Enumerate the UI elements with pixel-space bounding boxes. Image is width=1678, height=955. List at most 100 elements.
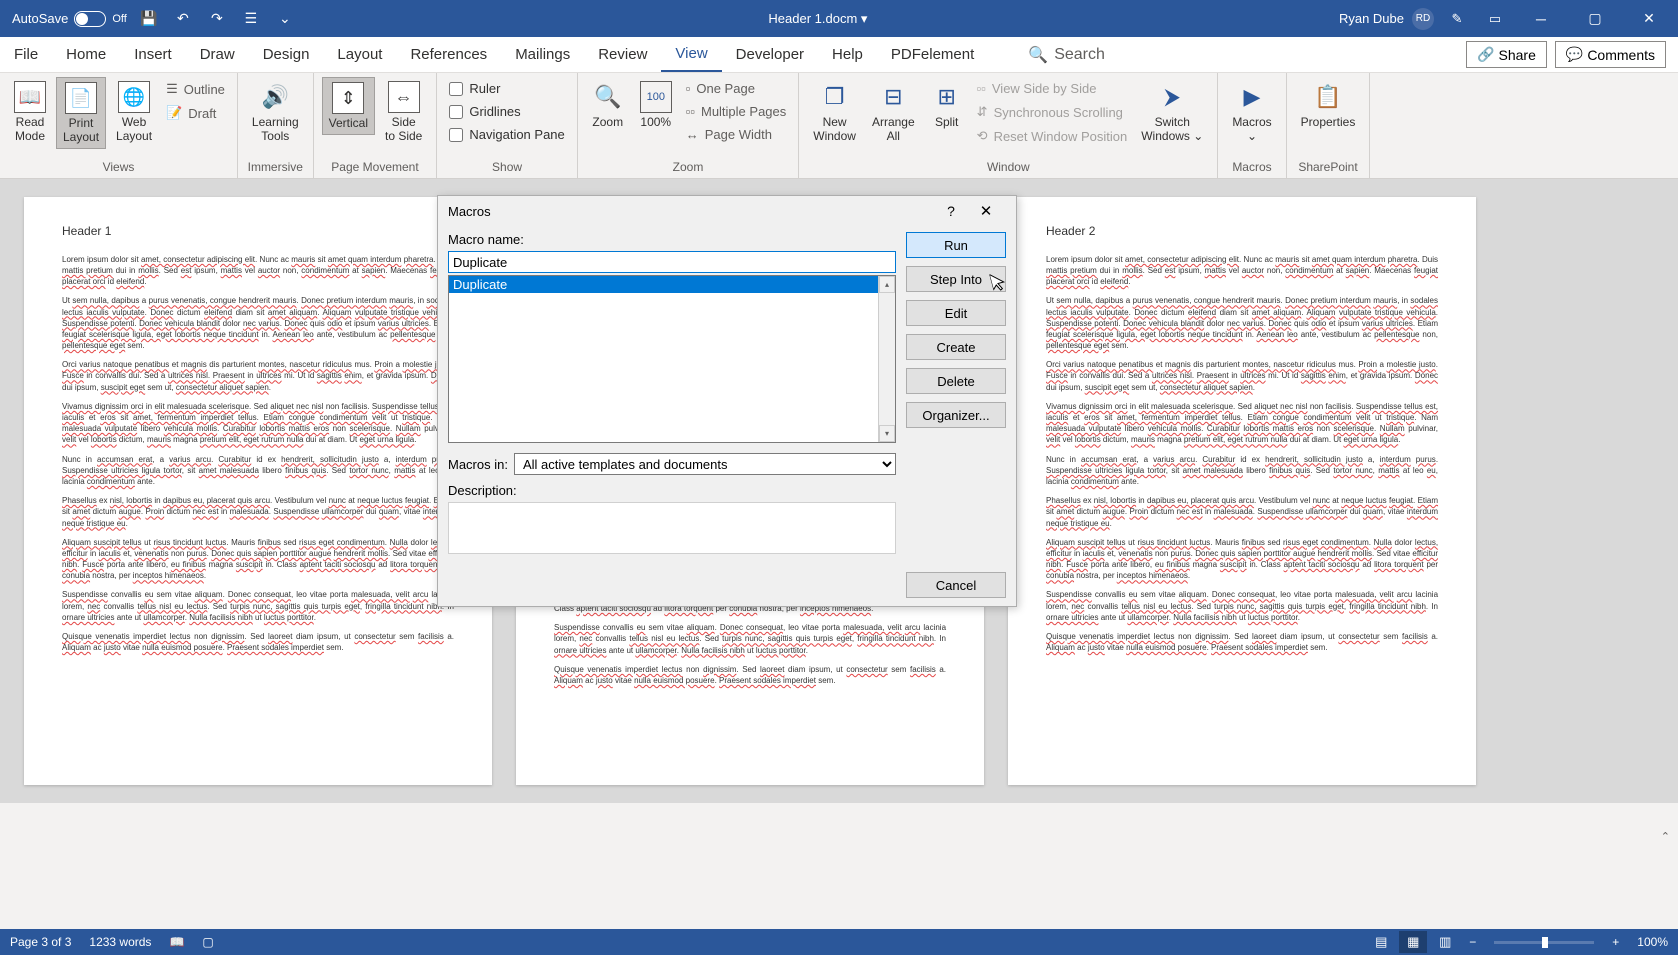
read-mode-button[interactable]: 📖Read Mode <box>8 77 52 147</box>
tab-layout[interactable]: Layout <box>323 37 396 72</box>
reset-position-button: ⟲Reset Window Position <box>973 126 1132 146</box>
dialog-close-button[interactable]: ✕ <box>966 202 1006 220</box>
word-count[interactable]: 1233 words <box>89 935 151 949</box>
organizer-button[interactable]: Organizer... <box>906 402 1006 428</box>
document-title[interactable]: Header 1.docm ▾ <box>297 11 1339 27</box>
outline-icon: ☰ <box>166 81 178 97</box>
group-page-movement: Page Movement <box>322 160 429 176</box>
tab-design[interactable]: Design <box>249 37 324 72</box>
macro-list[interactable]: Duplicate ▴ ▾ <box>448 275 896 443</box>
comment-icon: 💬 <box>1566 46 1583 63</box>
macro-name-input[interactable] <box>448 251 896 273</box>
spelling-icon[interactable]: 📖 <box>169 935 184 949</box>
autosave-toggle[interactable]: AutoSave Off <box>12 11 127 27</box>
draft-button[interactable]: 📝Draft <box>162 103 229 123</box>
group-sharepoint: SharePoint <box>1295 160 1362 176</box>
multi-page-icon: ▫▫ <box>686 104 695 119</box>
undo-icon[interactable]: ↶ <box>171 7 195 31</box>
close-button[interactable]: ✕ <box>1626 4 1672 34</box>
tab-developer[interactable]: Developer <box>722 37 818 72</box>
search-box[interactable]: 🔍 Search <box>1028 37 1466 72</box>
redo-icon[interactable]: ↷ <box>205 7 229 31</box>
gridlines-checkbox[interactable]: Gridlines <box>445 102 568 121</box>
one-page-button[interactable]: ▫One Page <box>682 79 791 98</box>
ribbon-display-icon[interactable]: ▭ <box>1480 7 1510 31</box>
side-to-side-button[interactable]: ⇔Side to Side <box>379 77 428 147</box>
page-width-button[interactable]: ↔Page Width <box>682 125 791 144</box>
avatar[interactable]: RD <box>1412 8 1434 30</box>
arrange-all-button[interactable]: ⊟Arrange All <box>866 77 921 147</box>
zoom-level[interactable]: 100% <box>1637 935 1668 949</box>
page-3[interactable]: Header 2 Lorem ipsum dolor sit amet, con… <box>1008 197 1476 785</box>
share-button[interactable]: 🔗 Share <box>1466 41 1547 68</box>
maximize-button[interactable]: ▢ <box>1572 4 1618 34</box>
qat-more-icon[interactable]: ⌄ <box>273 7 297 31</box>
dialog-help-button[interactable]: ? <box>936 203 966 219</box>
page-title: Header 1 <box>62 223 454 240</box>
tab-draw[interactable]: Draw <box>186 37 249 72</box>
save-icon[interactable]: 💾 <box>137 7 161 31</box>
vertical-button[interactable]: ⇕Vertical <box>322 77 375 135</box>
delete-button[interactable]: Delete <box>906 368 1006 394</box>
step-into-button[interactable]: Step Into <box>906 266 1006 292</box>
ruler-checkbox[interactable]: Ruler <box>445 79 568 98</box>
minimize-button[interactable]: ─ <box>1518 4 1564 34</box>
macro-name-label: Macro name: <box>448 232 896 247</box>
nav-pane-checkbox[interactable]: Navigation Pane <box>445 125 568 144</box>
tab-references[interactable]: References <box>396 37 501 72</box>
web-view-button[interactable]: ▥ <box>1431 931 1459 953</box>
tab-pdfelement[interactable]: PDFelement <box>877 37 988 72</box>
scroll-up-icon[interactable]: ▴ <box>879 276 895 293</box>
zoom-out-button[interactable]: − <box>1463 935 1482 949</box>
sync-scroll-icon: ⇵ <box>977 104 988 120</box>
reset-position-icon: ⟲ <box>977 128 988 144</box>
sync-scroll-button: ⇵Synchronous Scrolling <box>973 102 1132 122</box>
zoom-100-button[interactable]: 100100% <box>634 77 678 133</box>
tab-home[interactable]: Home <box>52 37 120 72</box>
run-button[interactable]: Run <box>906 232 1006 258</box>
group-immersive: Immersive <box>246 160 305 176</box>
group-views: Views <box>8 160 229 176</box>
create-button[interactable]: Create <box>906 334 1006 360</box>
tab-review[interactable]: Review <box>584 37 661 72</box>
zoom-in-button[interactable]: + <box>1606 935 1625 949</box>
zoom-slider[interactable] <box>1494 941 1594 944</box>
macro-recording-icon[interactable]: ▢ <box>202 935 213 949</box>
collapse-ribbon-icon[interactable]: ⌃ <box>1661 830 1670 843</box>
tab-mailings[interactable]: Mailings <box>501 37 584 72</box>
page-title: Header 2 <box>1046 223 1438 240</box>
tab-file[interactable]: File <box>0 37 52 72</box>
split-button[interactable]: ⊞Split <box>925 77 969 133</box>
tab-help[interactable]: Help <box>818 37 877 72</box>
group-show: Show <box>445 160 568 176</box>
outline-button[interactable]: ☰Outline <box>162 79 229 99</box>
new-window-button[interactable]: ❐New Window <box>807 77 862 147</box>
print-layout-button[interactable]: 📄Print Layout <box>56 77 106 149</box>
one-page-icon: ▫ <box>686 81 691 96</box>
touch-mode-icon[interactable]: ☰ <box>239 7 263 31</box>
simplify-ribbon-icon[interactable]: ✎ <box>1442 7 1472 31</box>
cancel-button[interactable]: Cancel <box>906 572 1006 598</box>
user-name[interactable]: Ryan Dube <box>1339 11 1404 26</box>
group-window: Window <box>807 160 1209 176</box>
multi-page-button[interactable]: ▫▫Multiple Pages <box>682 102 791 121</box>
tab-view[interactable]: View <box>661 37 721 72</box>
scroll-down-icon[interactable]: ▾ <box>879 425 895 442</box>
tab-insert[interactable]: Insert <box>120 37 186 72</box>
web-layout-button[interactable]: 🌐Web Layout <box>110 77 158 147</box>
print-layout-view-button[interactable]: ▦ <box>1399 931 1427 953</box>
properties-button[interactable]: 📋Properties <box>1295 77 1362 133</box>
comments-button[interactable]: 💬 Comments <box>1555 41 1666 68</box>
learning-tools-button[interactable]: 🔊Learning Tools <box>246 77 305 147</box>
page-1[interactable]: Header 1 Lorem ipsum dolor sit amet, con… <box>24 197 492 785</box>
share-icon: 🔗 <box>1477 46 1494 63</box>
side-by-side-icon: ▫▫ <box>977 81 986 96</box>
macro-list-item[interactable]: Duplicate <box>449 276 895 293</box>
focus-view-button[interactable]: ▤ <box>1367 931 1395 953</box>
zoom-button[interactable]: 🔍Zoom <box>586 77 630 133</box>
switch-windows-button[interactable]: ⮞Switch Windows ⌄ <box>1135 77 1209 147</box>
macros-in-select[interactable]: All active templates and documents <box>514 453 896 475</box>
page-indicator[interactable]: Page 3 of 3 <box>10 935 71 949</box>
macros-button[interactable]: ▶Macros ⌄ <box>1226 77 1277 147</box>
edit-button[interactable]: Edit <box>906 300 1006 326</box>
